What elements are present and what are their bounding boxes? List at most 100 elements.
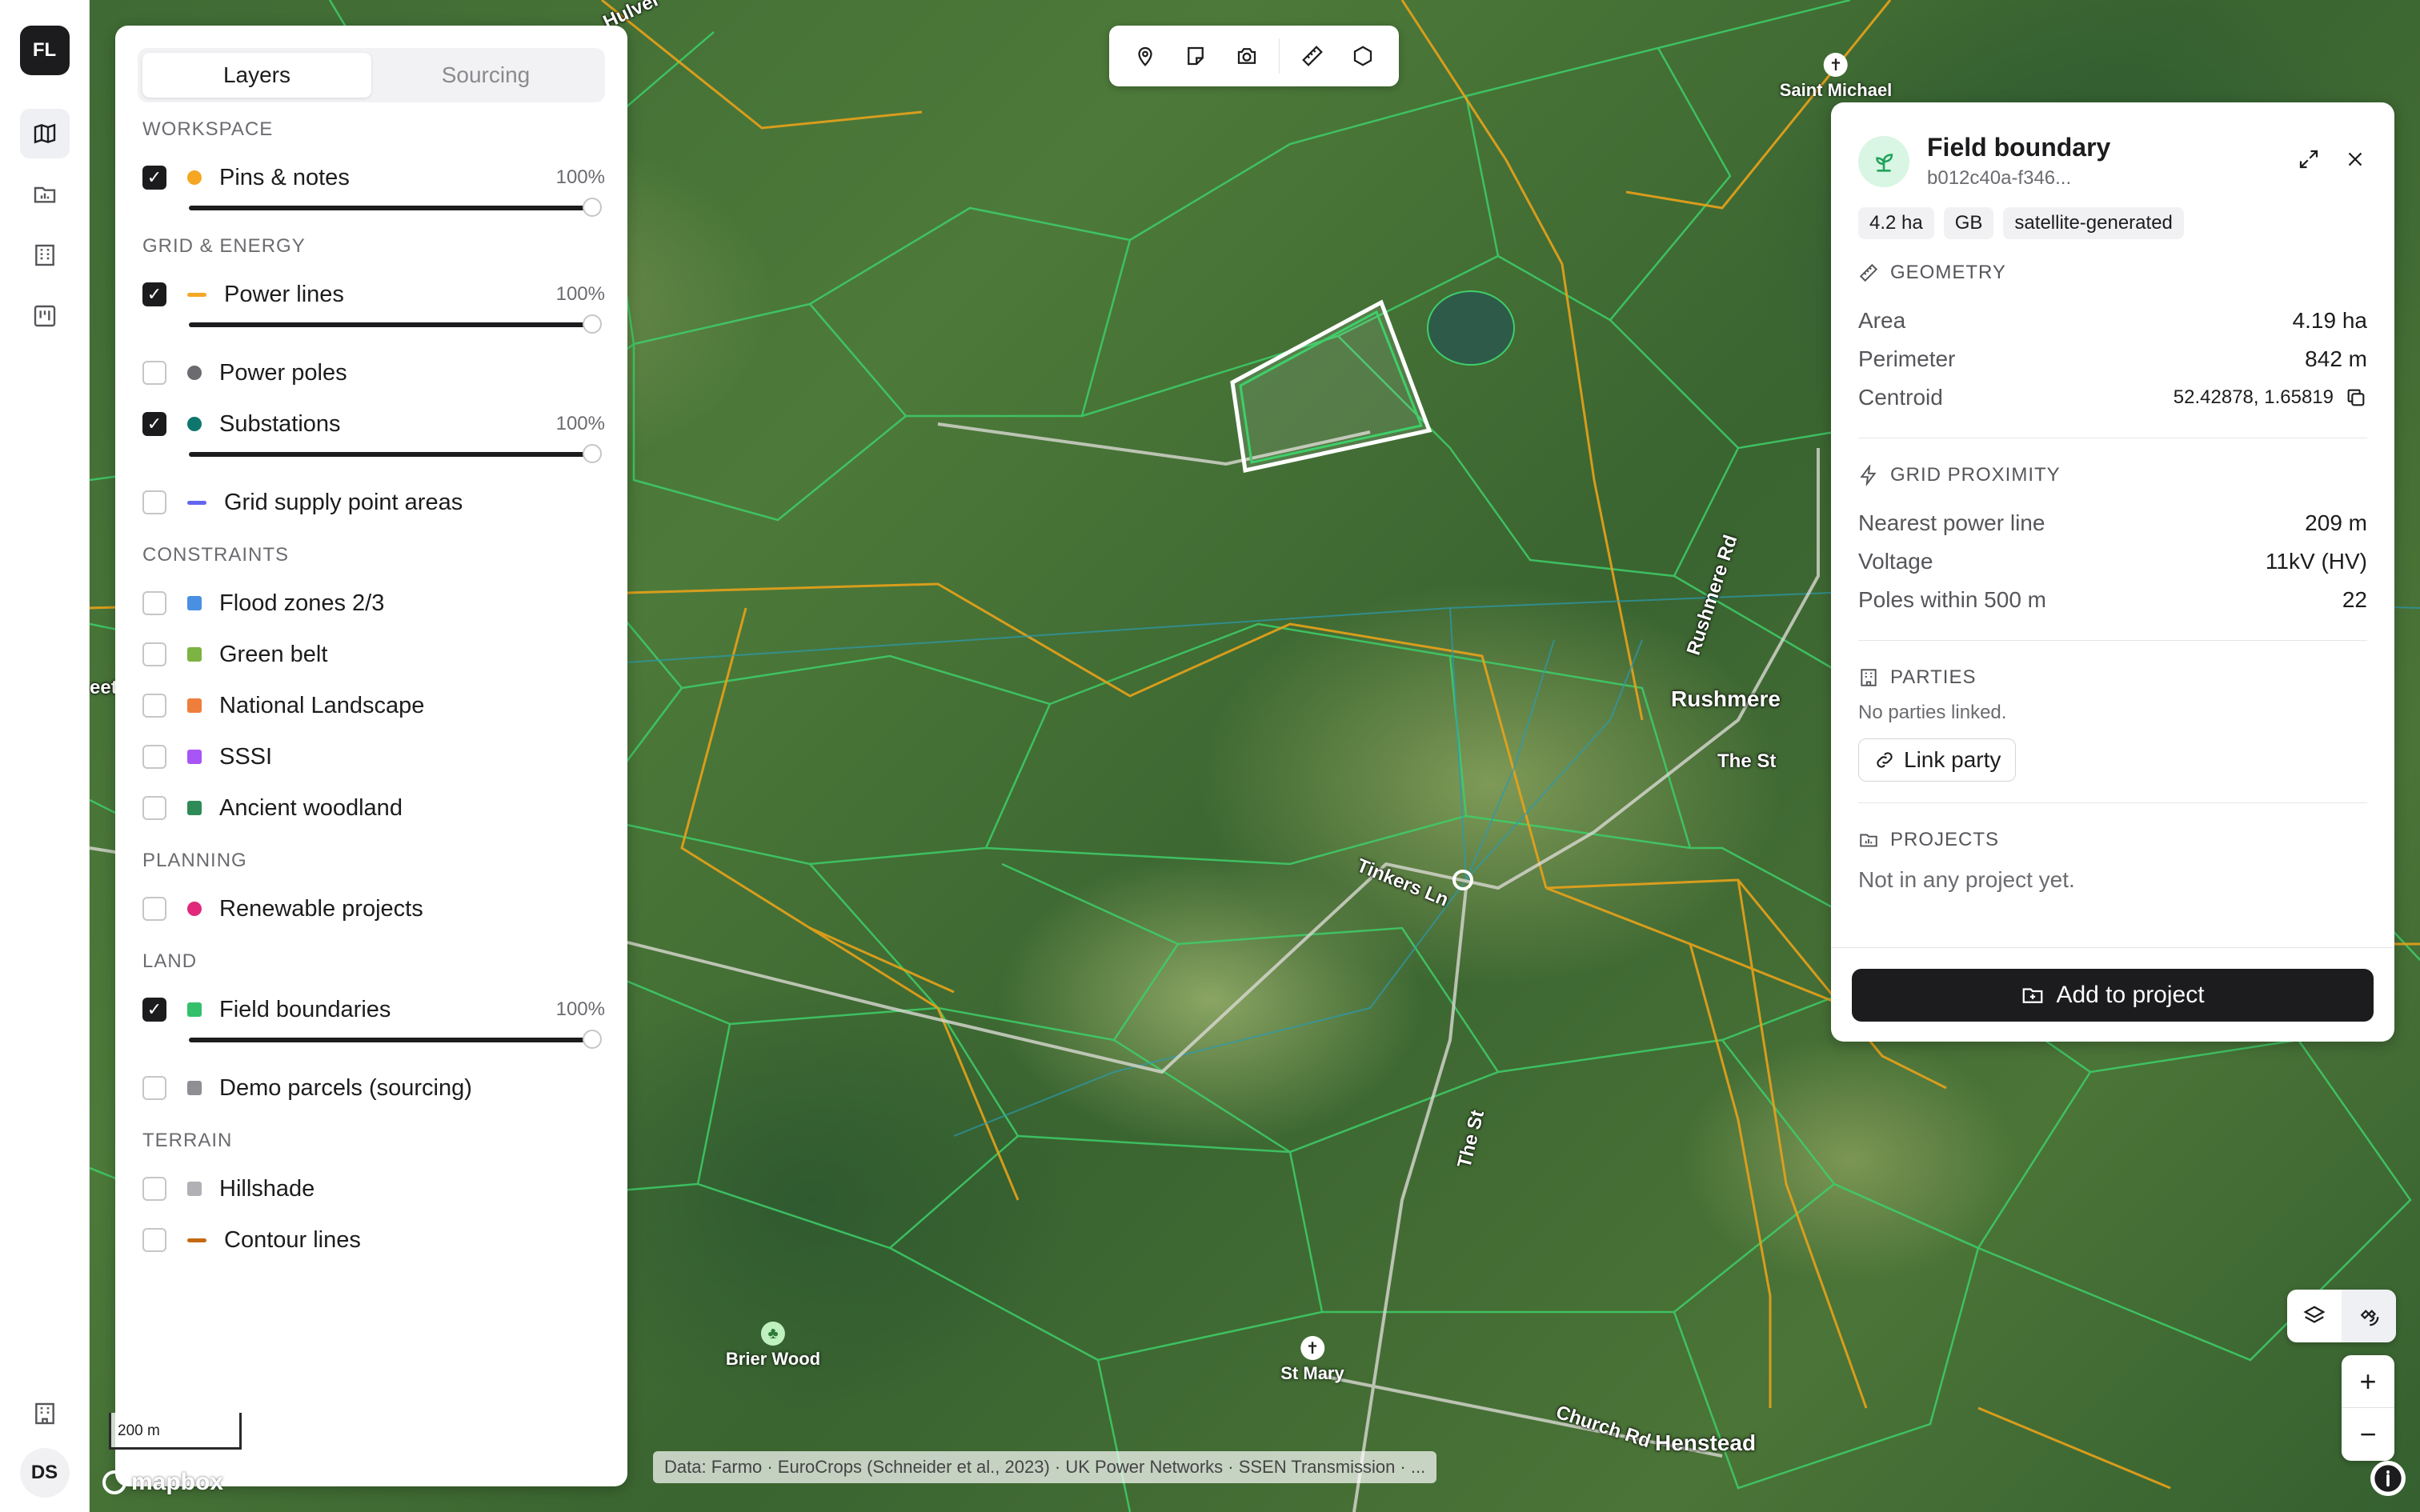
layer-checkbox[interactable] — [142, 897, 166, 921]
kanban-icon — [34, 305, 55, 327]
layer-checkbox[interactable] — [142, 361, 166, 385]
poi-saint-michael[interactable]: ✝ Saint Michael — [1780, 53, 1892, 101]
layer-row-power-lines[interactable]: ✓ Power lines 100% — [138, 269, 605, 320]
voltage-row: Voltage 11kV (HV) — [1858, 549, 2367, 574]
layer-row-substations[interactable]: ✓ Substations 100% — [138, 398, 605, 450]
layer-row-power-poles[interactable]: Power poles — [138, 347, 605, 398]
attribution-info-button[interactable] — [2370, 1461, 2406, 1496]
map-label-henstead: Henstead — [1655, 1430, 1757, 1455]
layer-row-contour-lines[interactable]: Contour lines — [138, 1214, 605, 1266]
slider-handle[interactable] — [583, 444, 602, 463]
layer-checkbox[interactable] — [142, 490, 166, 514]
section-projects: PROJECTS — [1858, 829, 2367, 851]
user-avatar[interactable]: DS — [19, 1448, 70, 1498]
parties-empty-text: No parties linked. — [1858, 702, 2007, 723]
measure-tool-button[interactable] — [1291, 33, 1333, 79]
layer-swatch — [187, 1182, 202, 1196]
tab-layers[interactable]: Layers — [142, 53, 371, 98]
layer-checkbox[interactable]: ✓ — [142, 412, 166, 436]
layer-row-grid-supply-point-areas[interactable]: Grid supply point areas — [138, 477, 605, 528]
slider-handle[interactable] — [583, 198, 602, 217]
left-rail: FL DS — [0, 0, 90, 1512]
opacity-slider-power-lines[interactable] — [189, 314, 602, 336]
centroid-value: 52.42878, 1.65819 — [2173, 386, 2334, 408]
projects-empty-text: Not in any project yet. — [1858, 867, 2075, 892]
photo-tool-button[interactable] — [1225, 33, 1268, 79]
polygon-tool-button[interactable] — [1342, 33, 1384, 79]
section-grid-proximity: GRID PROXIMITY — [1858, 464, 2367, 486]
copy-icon[interactable] — [2345, 386, 2367, 409]
layer-checkbox[interactable] — [142, 1076, 166, 1100]
section-divider — [1858, 802, 2367, 803]
ruler-icon — [1302, 46, 1323, 66]
poles-row: Poles within 500 m 22 — [1858, 587, 2367, 612]
layer-swatch — [187, 1081, 202, 1095]
layer-row-flood-zones[interactable]: Flood zones 2/3 — [138, 578, 605, 629]
tab-sourcing[interactable]: Sourcing — [371, 53, 600, 98]
section-title-terrain: TERRAIN — [142, 1130, 233, 1151]
note-tool-button[interactable] — [1174, 33, 1216, 79]
building-icon — [34, 1402, 54, 1425]
layer-swatch — [187, 1002, 202, 1017]
poi-brier-wood[interactable]: ♣ Brier Wood — [726, 1322, 820, 1370]
layer-checkbox[interactable] — [142, 1177, 166, 1201]
layer-checkbox[interactable]: ✓ — [142, 282, 166, 306]
expand-icon[interactable] — [2297, 147, 2321, 175]
layer-row-pins-notes[interactable]: ✓ Pins & notes 100% — [138, 152, 605, 203]
layer-checkbox[interactable]: ✓ — [142, 998, 166, 1022]
app-logo[interactable]: FL — [19, 26, 70, 75]
rail-projects-button[interactable] — [20, 170, 70, 219]
layer-row-renewable-projects[interactable]: Renewable projects — [138, 883, 605, 934]
panel-tabs: Layers Sourcing — [138, 48, 605, 102]
map-pin-icon — [1138, 46, 1152, 66]
layer-row-ancient-woodland[interactable]: Ancient woodland — [138, 782, 605, 834]
opacity-slider-substations[interactable] — [189, 443, 602, 466]
layer-checkbox[interactable] — [142, 694, 166, 718]
layer-row-sssi[interactable]: SSSI — [138, 731, 605, 782]
opacity-slider-field-boundaries[interactable] — [189, 1029, 602, 1051]
map-attribution[interactable]: Data: Farmo · EuroCrops (Schneider et al… — [653, 1451, 1437, 1483]
layer-checkbox[interactable] — [142, 1228, 166, 1252]
layer-checkbox[interactable] — [142, 642, 166, 666]
layers-icon — [2303, 1306, 2326, 1323]
rail-map-button[interactable] — [19, 109, 70, 158]
layer-checkbox[interactable] — [142, 745, 166, 769]
slider-handle[interactable] — [583, 1030, 602, 1049]
rail-parties-button[interactable] — [20, 230, 70, 280]
rail-board-button[interactable] — [20, 291, 70, 341]
selected-field-highlight — [1230, 299, 1432, 474]
feature-id: b012c40a-f346... — [1927, 167, 2072, 189]
zoom-out-button[interactable]: − — [2342, 1408, 2394, 1461]
zoom-in-button[interactable]: + — [2342, 1355, 2394, 1408]
slider-handle[interactable] — [583, 314, 602, 334]
sprout-icon — [1858, 135, 1909, 187]
section-parties: PARTIES — [1858, 666, 2367, 689]
close-icon[interactable] — [2343, 147, 2367, 175]
church-icon: ✝ — [1824, 53, 1848, 77]
layer-row-hillshade[interactable]: Hillshade — [138, 1163, 605, 1214]
layer-row-field-boundaries[interactable]: ✓ Field boundaries 100% — [138, 984, 605, 1035]
layer-row-national-landscape[interactable]: National Landscape — [138, 680, 605, 731]
layer-swatch — [187, 596, 202, 610]
link-party-button[interactable]: Link party — [1858, 738, 2017, 782]
add-to-project-button[interactable]: Add to project — [1852, 968, 2374, 1022]
mapbox-logo[interactable]: mapbox — [102, 1469, 223, 1496]
layer-checkbox[interactable] — [142, 591, 166, 615]
layer-row-green-belt[interactable]: Green belt — [138, 629, 605, 680]
area-row: Area 4.19 ha — [1858, 308, 2367, 333]
map-scale-bar: 200 m — [109, 1413, 242, 1450]
lightning-icon — [1860, 465, 1877, 486]
rail-organization-button[interactable] — [20, 1389, 70, 1438]
layer-checkbox[interactable]: ✓ — [142, 166, 166, 190]
layer-row-demo-parcels[interactable]: Demo parcels (sourcing) — [138, 1062, 605, 1114]
layer-checkbox[interactable] — [142, 796, 166, 820]
opacity-slider-pins-notes[interactable] — [189, 197, 602, 219]
satellite-toggle-button[interactable] — [2342, 1290, 2396, 1342]
pin-tool-button[interactable] — [1124, 33, 1166, 79]
poi-st-mary[interactable]: ✝ St Mary — [1280, 1336, 1344, 1384]
country-badge: GB — [1943, 207, 1994, 239]
toolbar-divider — [1279, 38, 1280, 74]
tree-icon: ♣ — [761, 1322, 785, 1346]
area-badge: 4.2 ha — [1858, 207, 1934, 239]
layers-toggle-button[interactable] — [2287, 1290, 2342, 1342]
